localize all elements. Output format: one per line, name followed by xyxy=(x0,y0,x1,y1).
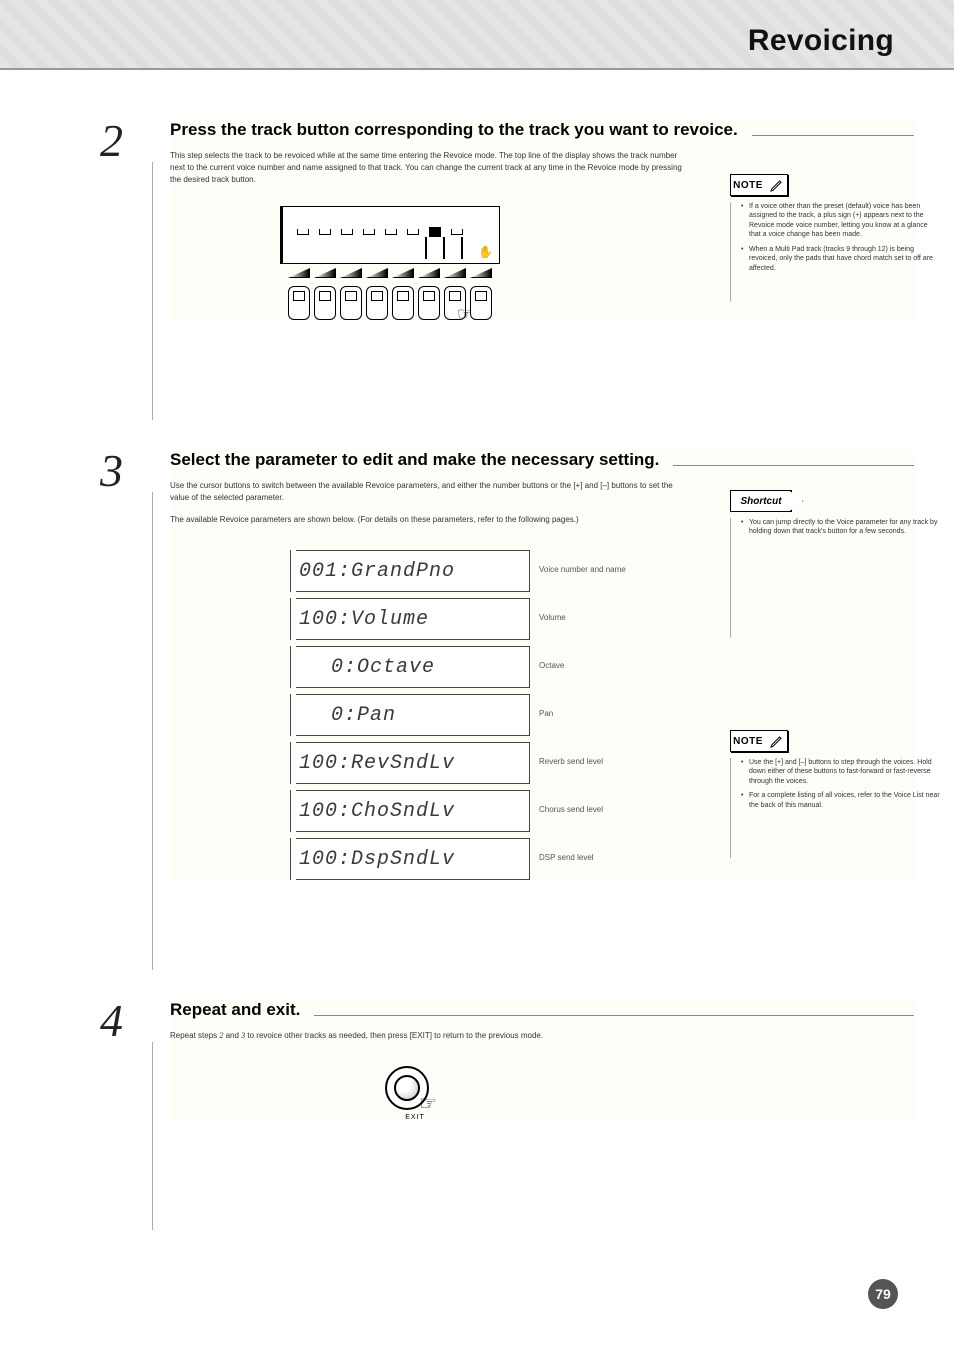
track-buttons-illustration: ✋ xyxy=(280,206,500,320)
note-badge: NOTE xyxy=(730,174,788,196)
shortcut-text: You can jump directly to the Voice param… xyxy=(730,518,940,638)
step-4: 4 Repeat and exit. Repeat steps 2 and 3 … xyxy=(40,1000,914,1240)
exit-button[interactable] xyxy=(385,1066,429,1110)
lcd-row: 100:VolumeVolume xyxy=(290,598,530,640)
pencil-icon xyxy=(769,177,785,193)
lcd-row: 100:ChoSndLvChorus send level xyxy=(290,790,530,832)
step-4-heading: Repeat and exit. xyxy=(170,1000,300,1020)
header-band: Revoicing xyxy=(0,0,954,70)
note-badge: NOTE xyxy=(730,730,788,752)
lcd-row: 100:RevSndLvReverb send level xyxy=(290,742,530,784)
track-button[interactable] xyxy=(418,286,440,320)
shortcut-badge: Shortcut xyxy=(730,490,792,512)
note-1-text: If a voice other than the preset (defaul… xyxy=(730,202,940,302)
lcd-row: 001:GrandPnoVoice number and name xyxy=(290,550,530,592)
step-4-text: Repeat steps 2 and 3 to revoice other tr… xyxy=(170,1030,690,1042)
page-title: Revoicing xyxy=(748,24,894,58)
step-3: 3 Select the parameter to edit and make … xyxy=(40,450,914,980)
track-button[interactable] xyxy=(314,286,336,320)
exit-button-illustration: EXIT xyxy=(385,1066,445,1121)
step-2-heading: Press the track button corresponding to … xyxy=(170,120,738,140)
lcd-row: 0:PanPan xyxy=(290,694,530,736)
hand-icon: ✋ xyxy=(478,245,493,259)
lcd-row: 0:OctaveOctave xyxy=(290,646,530,688)
step-3-heading: Select the parameter to edit and make th… xyxy=(170,450,659,470)
note-2-text: Use the [+] and [–] buttons to step thro… xyxy=(730,758,940,858)
step-3-text-2: The available Revoice parameters are sho… xyxy=(170,514,690,526)
page-number: 79 xyxy=(868,1279,898,1309)
step-number-3: 3 xyxy=(100,444,123,497)
lcd-parameter-list: 001:GrandPnoVoice number and name 100:Vo… xyxy=(290,550,530,880)
step-2: 2 Press the track button corresponding t… xyxy=(40,120,914,430)
step-3-text-1: Use the cursor buttons to switch between… xyxy=(170,480,690,504)
track-button[interactable] xyxy=(470,286,492,320)
step-number-4: 4 xyxy=(100,994,123,1047)
track-button-selected[interactable] xyxy=(444,286,466,320)
step-number-2: 2 xyxy=(100,114,123,167)
track-button[interactable] xyxy=(340,286,362,320)
step-2-text: This step selects the track to be revoic… xyxy=(170,150,690,186)
track-button[interactable] xyxy=(366,286,388,320)
track-button[interactable] xyxy=(392,286,414,320)
lcd-row: 100:DspSndLvDSP send level xyxy=(290,838,530,880)
pencil-icon xyxy=(769,733,785,749)
track-button[interactable] xyxy=(288,286,310,320)
